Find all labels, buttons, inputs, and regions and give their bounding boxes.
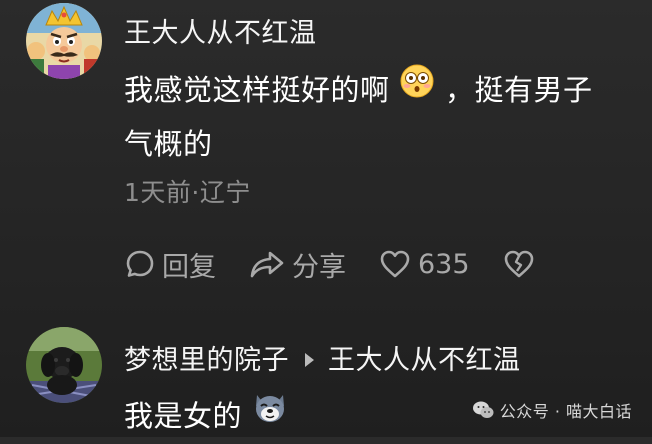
- watermark: 公众号 · 喵大白话: [472, 398, 632, 422]
- comment-bubble-icon: [126, 250, 154, 277]
- comment-username-link[interactable]: 梦想里的院子: [124, 345, 289, 376]
- share-label: 分享: [292, 251, 346, 283]
- comment-item: 梦想里的院子 王大人从不红温 我是女的 公众号 · 喵大白话: [0, 318, 652, 437]
- like-button[interactable]: 635: [378, 248, 470, 280]
- like-count: 635: [418, 248, 470, 280]
- reply-label: 回复: [162, 251, 216, 283]
- heart-icon: [380, 250, 410, 278]
- share-arrow-icon: [250, 251, 284, 278]
- cartoon-king-avatar-icon: [26, 3, 102, 79]
- dislike-button[interactable]: [502, 248, 542, 280]
- comment-actions: 回复 分享 635: [124, 244, 542, 284]
- comment-username[interactable]: 王大人从不红温: [124, 11, 317, 50]
- reply-to-username[interactable]: 王大人从不红温: [328, 345, 521, 376]
- reply-button[interactable]: 回复: [124, 245, 216, 284]
- flushed-face-emoji-icon: [399, 63, 435, 115]
- user-avatar[interactable]: [26, 327, 102, 403]
- broken-heart-icon: [504, 250, 533, 278]
- comment-text-part: 气概的: [124, 127, 213, 161]
- comment-username: 梦想里的院子 王大人从不红温: [124, 338, 521, 377]
- comment-text-part: ，挺有男子: [444, 73, 593, 107]
- comment-text-part: 我是女的: [124, 399, 243, 433]
- reply-triangle-icon: [305, 352, 314, 367]
- comment-text-part: 我感觉这样挺好的啊: [124, 73, 390, 107]
- comment-item: 王大人从不红温 我感觉这样挺好的啊 ，挺有男子 气概的 1天前·辽宁 回复 分享…: [0, 0, 652, 310]
- user-avatar[interactable]: [26, 3, 102, 79]
- dog-face-emoji-icon: [252, 389, 288, 441]
- wechat-icon: [472, 401, 494, 418]
- comment-meta: 1天前·辽宁: [124, 178, 251, 207]
- dog-photo-avatar-icon: [26, 327, 102, 403]
- comment-text: 我感觉这样挺好的啊 ，挺有男子 气概的: [124, 64, 624, 170]
- share-button[interactable]: 分享: [248, 245, 346, 284]
- watermark-text: 公众号 · 喵大白话: [499, 402, 632, 421]
